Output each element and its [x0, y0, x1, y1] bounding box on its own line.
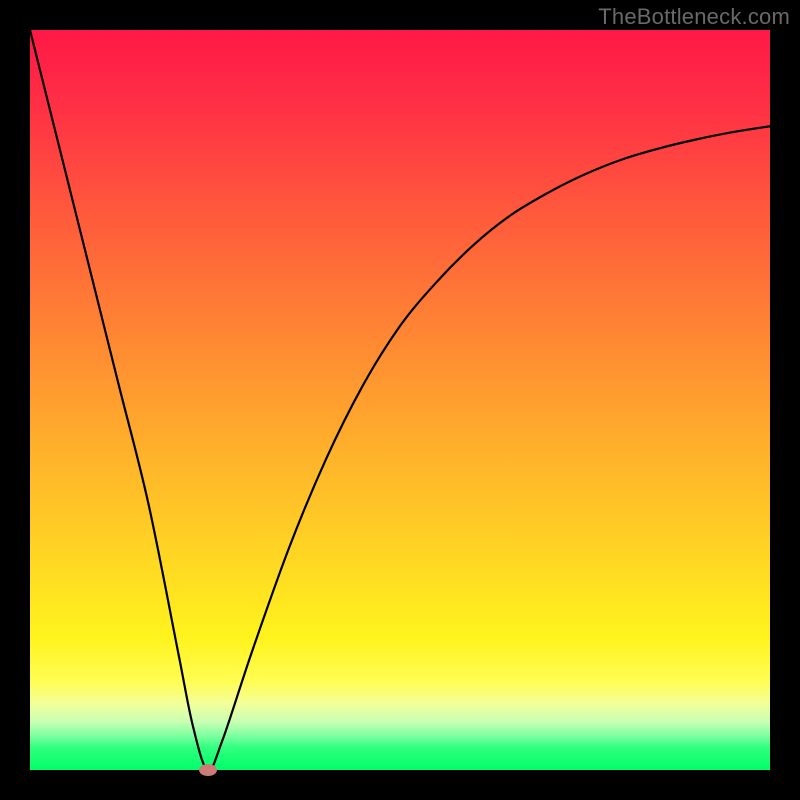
bottleneck-curve: [30, 30, 770, 770]
watermark-text: TheBottleneck.com: [598, 4, 790, 30]
plot-area: [30, 30, 770, 770]
chart-container: TheBottleneck.com: [0, 0, 800, 800]
minimum-marker: [199, 764, 217, 776]
